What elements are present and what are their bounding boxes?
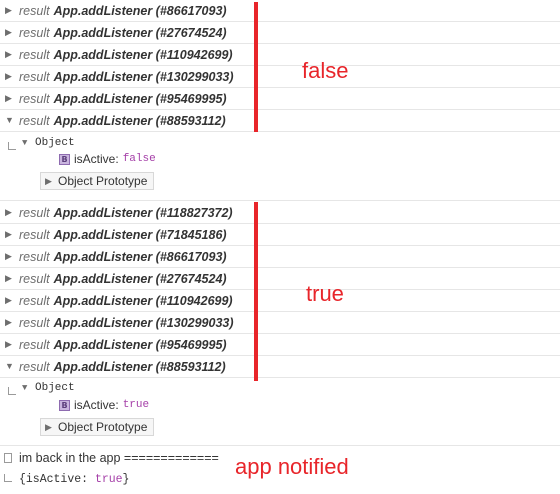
property-key: isActive: [74,398,119,412]
disclosure-right-icon[interactable]: ▶ [5,6,13,15]
result-keyword: result [19,271,50,286]
annotation-bar-true [254,202,258,381]
result-keyword: result [19,47,50,62]
prototype-label: Object Prototype [58,174,148,188]
log-entry-icon [4,474,12,484]
result-name: App.addListener (#88593112) [53,359,226,374]
object-prototype-toggle[interactable]: ▶ Object Prototype [40,418,155,436]
result-row[interactable]: ▶ result App.addListener (#86617093) [0,246,560,268]
result-name: App.addListener (#88593112) [53,113,226,128]
result-name: App.addListener (#95469995) [53,91,227,106]
property-key: isActive: [74,152,119,166]
result-keyword: result [19,69,50,84]
annotation-false: false [302,58,349,83]
result-name: App.addListener (#118827372) [53,205,233,220]
result-name: App.addListener (#110942699) [53,47,233,62]
result-name: App.addListener (#71845186) [53,227,227,242]
result-keyword: result [19,249,50,264]
result-row[interactable]: ▶ result App.addListener (#95469995) [0,334,560,356]
disclosure-right-icon[interactable]: ▶ [5,94,13,103]
result-row[interactable]: ▶ result App.addListener (#71845186) [0,224,560,246]
object-toggle[interactable]: ▼ Object [22,137,75,149]
result-row[interactable]: ▶ result App.addListener (#95469995) [0,88,560,110]
result-keyword: result [19,25,50,40]
result-keyword: result [19,113,50,128]
result-name: App.addListener (#130299033) [53,315,234,330]
disclosure-down-icon[interactable]: ▼ [5,362,14,371]
disclosure-right-icon[interactable]: ▶ [5,72,13,81]
result-row[interactable]: ▼ result App.addListener (#88593112) [0,110,560,132]
result-row[interactable]: ▶ result App.addListener (#27674524) [0,268,560,290]
result-keyword: result [19,205,50,220]
log-object-close: } [122,473,130,486]
result-row[interactable]: ▶ result App.addListener (#110942699) [0,290,560,312]
boolean-badge-icon: B [59,399,70,411]
prototype-label: Object Prototype [58,420,148,434]
log-object-sep: : [81,473,95,486]
log-object-value: true [94,473,123,486]
disclosure-right-icon[interactable]: ▶ [5,318,13,327]
annotation-app-notified: app notified [235,454,349,479]
result-name: App.addListener (#86617093) [53,3,227,18]
object-property: B isActive: false [59,152,156,166]
object-inspector-2: ▼ Object B isActive: true ▶ Object Proto… [0,377,560,446]
disclosure-right-icon[interactable]: ▶ [5,230,13,239]
annotation-bar-false [254,2,258,132]
result-name: App.addListener (#110942699) [53,293,233,308]
disclosure-down-icon: ▼ [22,137,28,148]
object-inspector-1: ▼ Object B isActive: false ▶ Object Prot… [0,132,560,201]
disclosure-down-icon: ▼ [22,382,28,393]
log-object[interactable]: {isActive: true} [19,473,129,486]
result-row[interactable]: ▶ result App.addListener (#86617093) [0,0,560,22]
object-label: Object [35,382,75,394]
result-name: App.addListener (#95469995) [53,337,227,352]
result-name: App.addListener (#27674524) [53,25,227,40]
disclosure-right-icon[interactable]: ▶ [5,28,13,37]
result-name: App.addListener (#86617093) [53,249,227,264]
return-arrow-icon [8,142,16,150]
return-arrow-icon [8,387,16,395]
result-keyword: result [19,337,50,352]
result-keyword: result [19,315,50,330]
log-entry-icon [4,453,12,463]
result-row[interactable]: ▶ result App.addListener (#118827372) [0,202,560,224]
log-object-key: isActive [25,473,82,486]
result-row[interactable]: ▶ result App.addListener (#110942699) [0,44,560,66]
annotation-true: true [306,281,344,306]
result-row[interactable]: ▼ result App.addListener (#88593112) [0,356,560,378]
object-toggle[interactable]: ▼ Object [22,382,75,394]
result-name: App.addListener (#27674524) [53,271,227,286]
result-keyword: result [19,227,50,242]
result-name: App.addListener (#130299033) [53,69,234,84]
disclosure-right-icon[interactable]: ▶ [5,252,13,261]
disclosure-right-icon[interactable]: ▶ [5,296,13,305]
disclosure-right-icon[interactable]: ▶ [5,50,13,59]
result-row[interactable]: ▶ result App.addListener (#130299033) [0,66,560,88]
property-value: false [122,153,156,165]
log-message: im back in the app ============= [19,451,219,465]
log-object-open: { [19,473,26,486]
disclosure-right-icon[interactable]: ▶ [5,208,13,217]
result-keyword: result [19,293,50,308]
disclosure-right-icon: ▶ [45,421,52,432]
disclosure-right-icon[interactable]: ▶ [5,340,13,349]
result-row[interactable]: ▶ result App.addListener (#27674524) [0,22,560,44]
result-keyword: result [19,359,50,374]
result-row[interactable]: ▶ result App.addListener (#130299033) [0,312,560,334]
property-value: true [122,399,150,411]
boolean-badge-icon: B [59,153,70,165]
disclosure-right-icon: ▶ [45,175,52,186]
disclosure-right-icon[interactable]: ▶ [5,274,13,283]
object-prototype-toggle[interactable]: ▶ Object Prototype [40,172,155,190]
result-keyword: result [19,3,50,18]
object-property: B isActive: true [59,398,149,412]
disclosure-down-icon[interactable]: ▼ [5,116,14,125]
result-keyword: result [19,91,50,106]
object-label: Object [35,137,75,149]
